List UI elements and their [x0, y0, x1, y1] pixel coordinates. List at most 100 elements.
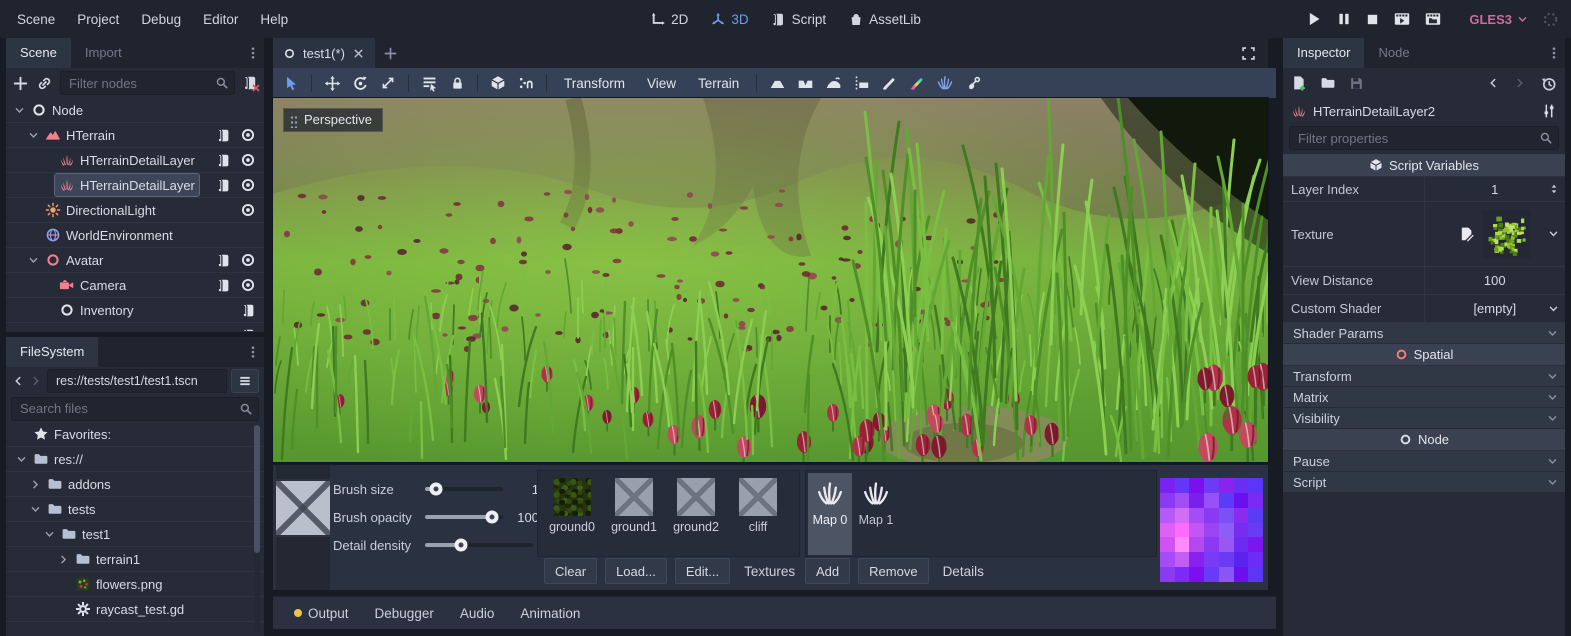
filesystem-row[interactable]: Favorites:: [6, 422, 264, 447]
terrain-paint-tool[interactable]: [875, 70, 903, 96]
workspace-script[interactable]: Script: [765, 12, 833, 27]
terrain-lower-tool[interactable]: [791, 70, 819, 96]
filesystem-scrollbar[interactable]: [254, 425, 260, 633]
renderer-dropdown[interactable]: GLES3: [1469, 12, 1529, 27]
visibility-toggle-icon[interactable]: [240, 252, 256, 268]
texture-slot-cliff[interactable]: cliff: [730, 478, 786, 534]
tree-row[interactable]: HTerrainDetailLayer: [6, 148, 264, 173]
bottom-tab-audio[interactable]: Audio: [447, 606, 508, 621]
texture-preview[interactable]: [1483, 210, 1531, 258]
search-files-input[interactable]: [11, 397, 259, 421]
filesystem-row[interactable]: raycast_test.gd: [6, 597, 264, 622]
menu-scene[interactable]: Scene: [6, 12, 66, 27]
save-resource-button[interactable]: [1349, 76, 1364, 91]
menu-project[interactable]: Project: [66, 12, 130, 27]
tree-row[interactable]: Avatar: [6, 248, 264, 273]
scale-tool[interactable]: [374, 70, 402, 96]
history-forward-button[interactable]: [29, 374, 43, 388]
filter-properties-input[interactable]: [1289, 126, 1559, 150]
texture-slot-ground0[interactable]: ground0: [544, 478, 600, 534]
history-back-button[interactable]: [11, 374, 25, 388]
texture-slot-ground2[interactable]: ground2: [668, 478, 724, 534]
move-tool[interactable]: [318, 70, 346, 96]
new-scene-tab-button[interactable]: [375, 38, 407, 68]
details-button[interactable]: Details: [937, 559, 990, 583]
bottom-tab-output[interactable]: Output: [281, 606, 362, 621]
terrain-erode-tool[interactable]: [959, 70, 987, 96]
visibility-toggle-icon[interactable]: [240, 277, 256, 293]
tab-filesystem[interactable]: FileSystem: [6, 337, 98, 367]
viewport-menu-terrain[interactable]: Terrain: [687, 76, 750, 91]
perspective-menu[interactable]: Perspective: [283, 108, 383, 132]
visibility-toggle-icon[interactable]: [240, 152, 256, 168]
brush-shape-item[interactable]: [276, 537, 330, 590]
rotate-tool[interactable]: [346, 70, 374, 96]
tree-row[interactable]: Node: [6, 98, 264, 123]
play-scene-button[interactable]: [1393, 10, 1411, 28]
attached-script-icon[interactable]: [216, 278, 231, 293]
attached-script-icon[interactable]: [216, 153, 231, 168]
dock-menu-icon[interactable]: [1543, 38, 1565, 68]
menu-help[interactable]: Help: [249, 12, 299, 27]
mesh-icon[interactable]: [484, 70, 512, 96]
property-value[interactable]: 1: [1424, 177, 1565, 201]
group-icon[interactable]: [512, 70, 540, 96]
brush-shape-item[interactable]: [276, 465, 330, 479]
section-visibility[interactable]: Visibility: [1283, 408, 1565, 429]
section-matrix[interactable]: Matrix: [1283, 387, 1565, 408]
dock-menu-icon[interactable]: [242, 337, 264, 367]
attached-script-icon[interactable]: [241, 303, 256, 318]
filesystem-row[interactable]: test1: [6, 522, 264, 547]
tab-import[interactable]: Import: [71, 38, 136, 68]
viewport-menu-transform[interactable]: Transform: [553, 76, 636, 91]
tab-scene[interactable]: Scene: [6, 38, 71, 68]
visibility-toggle-icon[interactable]: [240, 202, 256, 218]
stop-button[interactable]: [1365, 12, 1380, 27]
spinbox-arrows-icon[interactable]: [1548, 183, 1560, 195]
filesystem-row[interactable]: addons: [6, 472, 264, 497]
instance-scene-button[interactable]: [36, 75, 53, 92]
slider-brush-size[interactable]: [425, 487, 503, 491]
menu-editor[interactable]: Editor: [192, 12, 249, 27]
detail-map-map0[interactable]: Map 0: [808, 473, 852, 555]
detail-map-map1[interactable]: Map 1: [854, 473, 898, 555]
terrain-smooth-tool[interactable]: [819, 70, 847, 96]
dock-menu-icon[interactable]: [242, 38, 264, 68]
pause-button[interactable]: [1336, 11, 1352, 27]
play-custom-scene-button[interactable]: [1424, 10, 1442, 28]
tree-row[interactable]: WorldEnvironment: [6, 223, 264, 248]
slider-brush-opacity[interactable]: [425, 515, 503, 519]
bottom-tab-animation[interactable]: Animation: [507, 606, 593, 621]
workspace-assetlib[interactable]: AssetLib: [842, 12, 927, 27]
terrain-raise-tool[interactable]: [763, 70, 791, 96]
section-script[interactable]: Script: [1283, 472, 1565, 493]
button-clear[interactable]: Clear: [544, 558, 597, 584]
attached-script-icon[interactable]: [241, 328, 256, 332]
history-next-button[interactable]: [1513, 76, 1527, 90]
workspace-2d[interactable]: 2D: [644, 12, 694, 27]
filesystem-row[interactable]: res://: [6, 447, 264, 472]
bottom-tab-debugger[interactable]: Debugger: [362, 606, 447, 621]
scene-tab-test1[interactable]: test1(*): [273, 38, 375, 68]
tree-row[interactable]: HTerrain: [6, 123, 264, 148]
viewport-3d[interactable]: Perspective: [273, 98, 1268, 462]
detach-script-button[interactable]: [242, 75, 258, 91]
button-add[interactable]: Add: [805, 558, 850, 584]
terrain-detail-tool[interactable]: [931, 70, 959, 96]
attached-script-icon[interactable]: [216, 178, 231, 193]
lock-icon[interactable]: [443, 70, 471, 96]
filesystem-row[interactable]: flowers.png: [6, 572, 264, 597]
attached-script-icon[interactable]: [216, 253, 231, 268]
button-edit[interactable]: Edit...: [675, 558, 730, 584]
new-resource-button[interactable]: [1291, 75, 1307, 91]
attached-script-icon[interactable]: [216, 128, 231, 143]
viewport-menu-view[interactable]: View: [636, 76, 687, 91]
chevron-down-icon[interactable]: [1547, 302, 1560, 315]
script-variables-header[interactable]: Script Variables: [1283, 154, 1565, 177]
brush-shape-selected[interactable]: [276, 481, 330, 535]
visibility-toggle-icon[interactable]: [240, 177, 256, 193]
filesystem-row[interactable]: terrain1: [6, 547, 264, 572]
menu-debug[interactable]: Debug: [130, 12, 192, 27]
section-shader-params[interactable]: Shader Params: [1283, 323, 1565, 344]
workspace-3d[interactable]: 3D: [704, 12, 754, 27]
